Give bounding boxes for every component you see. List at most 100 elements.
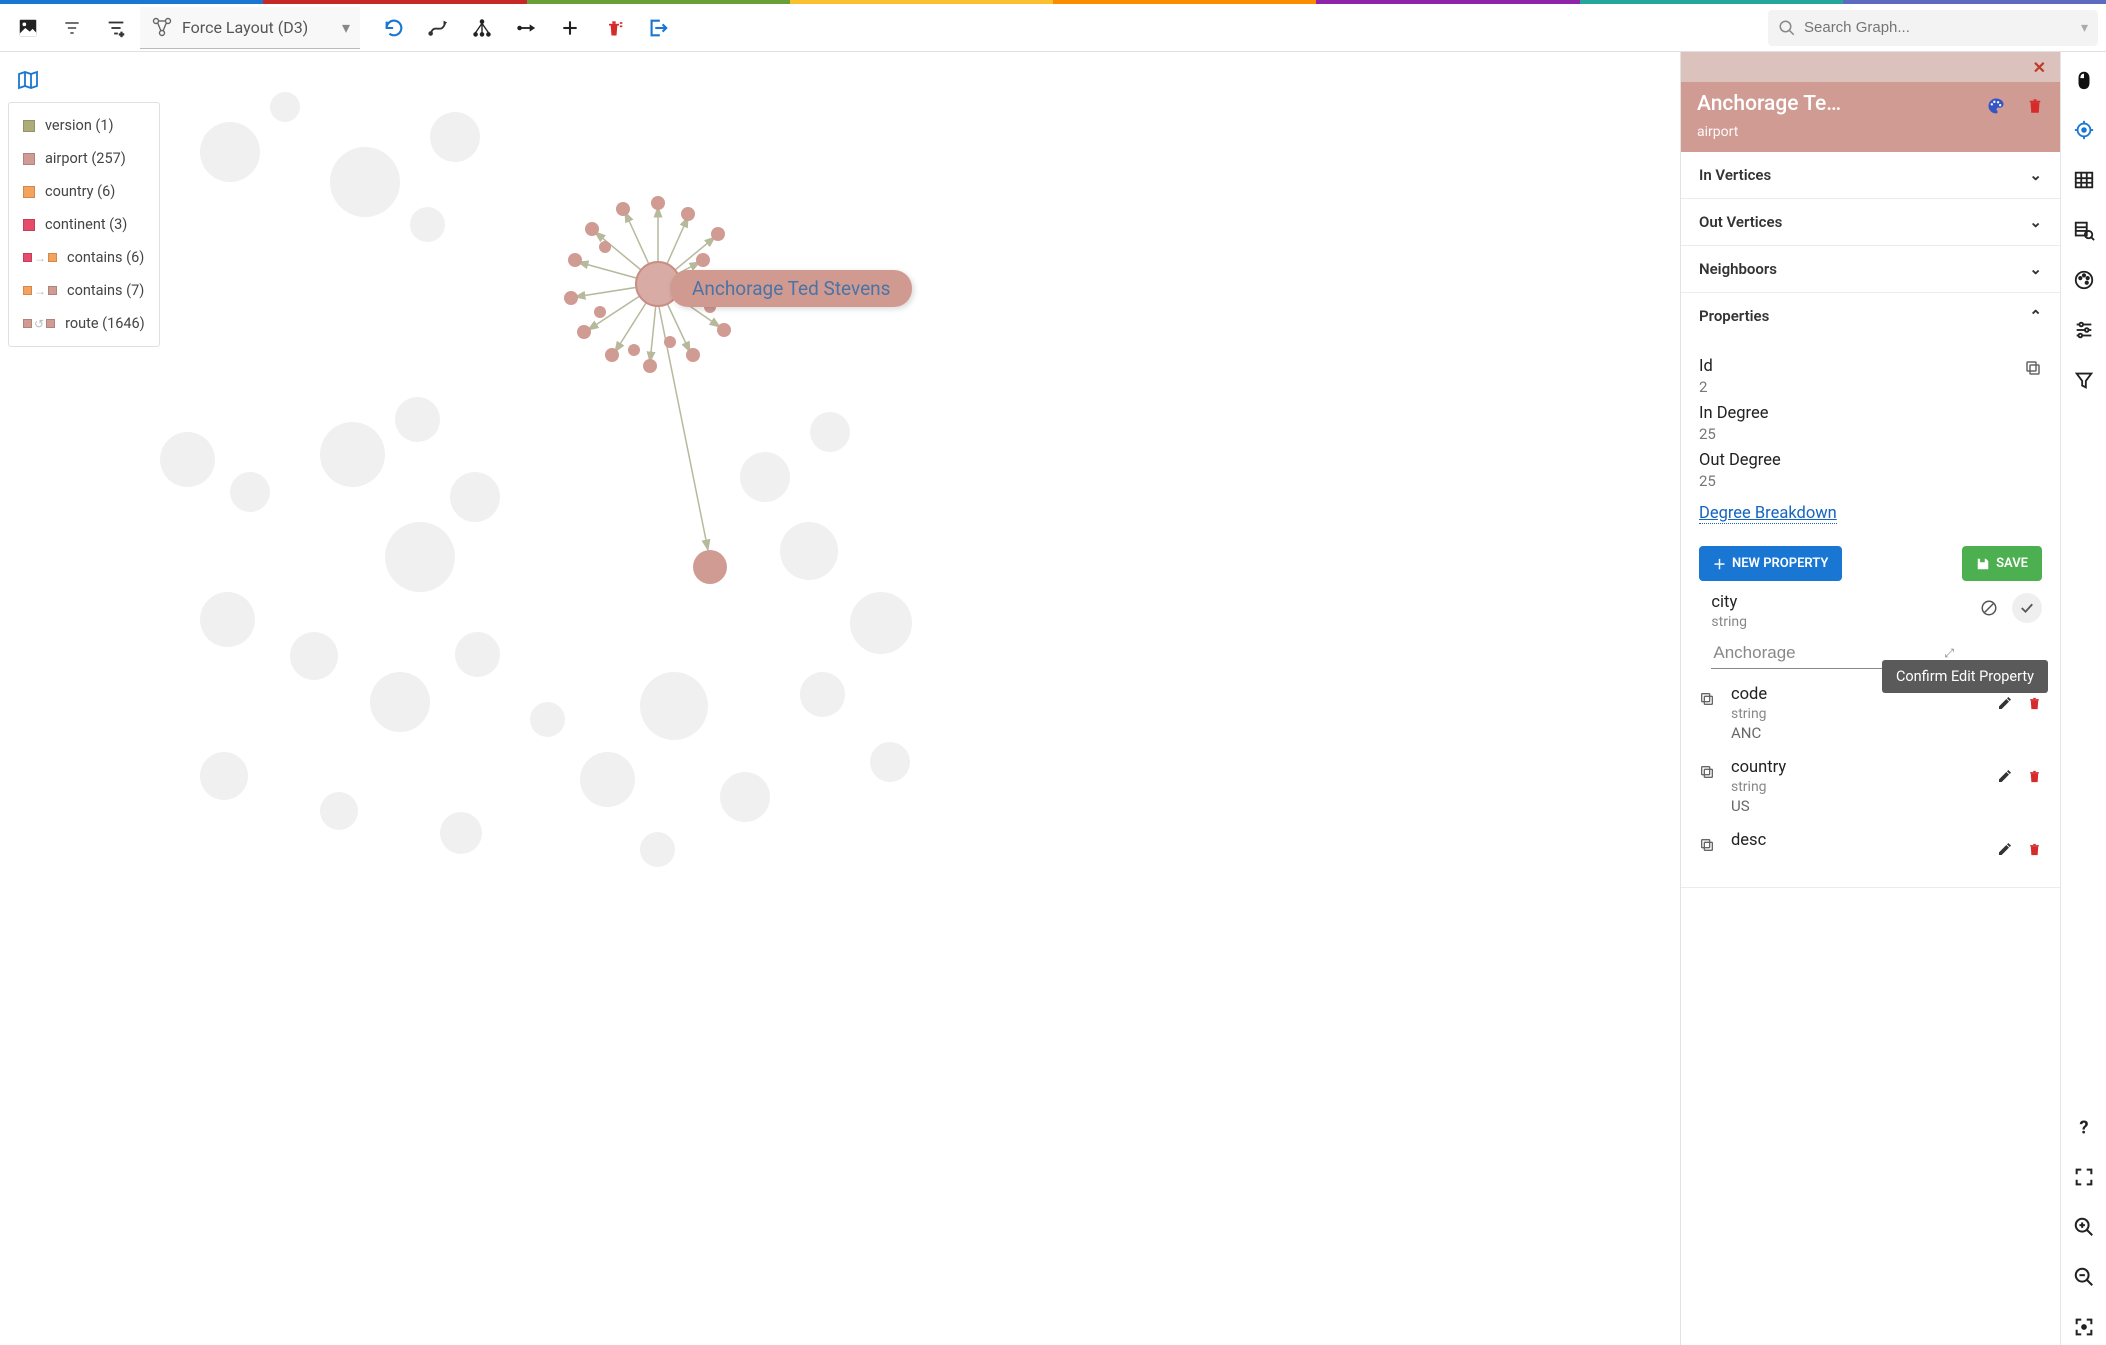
- legend-label: country (6): [45, 183, 115, 200]
- prop-type: string: [1731, 779, 1987, 795]
- legend-item[interactable]: → contains (6): [9, 241, 159, 274]
- trash-icon[interactable]: [2026, 97, 2044, 119]
- tree-icon[interactable]: [462, 9, 502, 47]
- frame-select-icon[interactable]: [2065, 1309, 2103, 1345]
- close-icon[interactable]: ✕: [2033, 58, 2046, 77]
- chevron-down-icon: ▾: [342, 18, 350, 37]
- section-properties[interactable]: Properties⌃: [1681, 293, 2060, 339]
- indeg-label: In Degree: [1699, 404, 2024, 423]
- layout-label: Force Layout (D3): [182, 18, 342, 37]
- trash-icon[interactable]: [2027, 769, 2042, 788]
- locate-icon[interactable]: [2065, 112, 2103, 148]
- table-icon[interactable]: [2065, 162, 2103, 198]
- cancel-edit-icon[interactable]: [1974, 593, 2004, 623]
- chevron-down-icon: ⌄: [2029, 213, 2042, 231]
- refresh-icon[interactable]: [374, 9, 414, 47]
- settings-sliders-icon[interactable]: [2065, 312, 2103, 348]
- expand-icon[interactable]: ⤢: [1944, 646, 1954, 661]
- selected-node-label[interactable]: Anchorage Ted Stevens: [670, 270, 912, 307]
- legend: version (1) airport (257) country (6) conti…: [8, 102, 160, 347]
- legend-label: airport (257): [45, 150, 126, 167]
- svg-text:?: ?: [2079, 1117, 2088, 1138]
- legend-label: route (1646): [65, 315, 145, 332]
- degree-breakdown-link[interactable]: Degree Breakdown: [1699, 504, 1837, 524]
- section-in-vertices[interactable]: In Vertices⌄: [1681, 152, 2060, 198]
- legend-swatch: [23, 219, 35, 231]
- prop-type: string: [1731, 706, 1987, 722]
- search-input[interactable]: [1796, 19, 2081, 36]
- prop-name: city: [1711, 593, 1954, 612]
- legend-item[interactable]: airport (257): [9, 142, 159, 175]
- filter-add-icon[interactable]: [96, 9, 136, 47]
- fullscreen-icon[interactable]: [2065, 1159, 2103, 1195]
- help-icon[interactable]: ?: [2065, 1109, 2103, 1145]
- search-icon: [1778, 19, 1796, 37]
- property-item: country string US: [1699, 746, 2042, 819]
- panel-header: ✕: [1681, 52, 2060, 82]
- prop-value: ANC: [1731, 724, 1987, 742]
- trash-icon[interactable]: [2027, 696, 2042, 715]
- legend-swatch: [23, 186, 35, 198]
- legend-label: continent (3): [45, 216, 127, 233]
- legend-item[interactable]: continent (3): [9, 208, 159, 241]
- right-rail: ?: [2060, 52, 2106, 1345]
- mouse-icon[interactable]: [2065, 62, 2103, 98]
- prop-name: desc: [1731, 831, 1987, 850]
- zoom-out-icon[interactable]: [2065, 1259, 2103, 1295]
- copy-icon[interactable]: [1699, 685, 1721, 711]
- property-item: desc: [1699, 819, 2042, 865]
- path-icon[interactable]: [418, 9, 458, 47]
- edit-icon[interactable]: [1997, 768, 2013, 788]
- prop-name: country: [1731, 758, 1987, 777]
- edit-icon[interactable]: [1997, 695, 2013, 715]
- copy-icon[interactable]: [1699, 831, 1721, 857]
- tooltip: Confirm Edit Property: [1882, 660, 2048, 693]
- map-icon[interactable]: [10, 62, 46, 98]
- legend-item[interactable]: → contains (7): [9, 274, 159, 307]
- edge-icon[interactable]: [506, 9, 546, 47]
- prop-value: US: [1731, 797, 1987, 815]
- layout-graph-icon: [150, 15, 174, 39]
- filter-funnel-icon[interactable]: [2065, 362, 2103, 398]
- legend-swatch: [23, 153, 35, 165]
- delete-icon[interactable]: [594, 9, 634, 47]
- edit-icon[interactable]: [1997, 841, 2013, 861]
- legend-label: contains (6): [67, 249, 144, 266]
- legend-item[interactable]: version (1): [9, 109, 159, 142]
- copy-icon[interactable]: [1699, 758, 1721, 784]
- section-out-vertices[interactable]: Out Vertices⌄: [1681, 199, 2060, 245]
- trash-icon[interactable]: [2027, 842, 2042, 861]
- section-neighbours[interactable]: Neighboors⌄: [1681, 246, 2060, 292]
- plus-icon: ＋: [1713, 554, 1726, 573]
- copy-icon[interactable]: [2024, 349, 2042, 490]
- confirm-edit-icon[interactable]: [2012, 593, 2042, 623]
- zoom-in-icon[interactable]: [2065, 1209, 2103, 1245]
- add-icon[interactable]: [550, 9, 590, 47]
- legend-label: contains (7): [67, 282, 144, 299]
- legend-edge-swatch: →: [23, 251, 57, 265]
- new-property-button[interactable]: ＋NEW PROPERTY: [1699, 546, 1842, 581]
- outdeg-label: Out Degree: [1699, 451, 2024, 470]
- accent-bar: [0, 0, 2106, 4]
- chevron-down-icon[interactable]: ▾: [2081, 20, 2088, 36]
- legend-item[interactable]: ↺route (1646): [9, 307, 159, 340]
- save-button[interactable]: SAVE: [1962, 546, 2042, 581]
- style-icon[interactable]: [2065, 262, 2103, 298]
- chevron-down-icon: ⌄: [2029, 166, 2042, 184]
- properties-panel: ✕ Anchorage Te… airport In Vertices⌄ Out…: [1680, 52, 2060, 1345]
- chevron-up-icon: ⌃: [2029, 307, 2042, 325]
- panel-title-bar: Anchorage Te… airport: [1681, 82, 2060, 152]
- layout-dropdown[interactable]: Force Layout (D3) ▾: [140, 7, 360, 49]
- panel-subtype: airport: [1697, 124, 1986, 140]
- palette-icon[interactable]: [1986, 96, 2006, 120]
- toolbar: Force Layout (D3) ▾ ▾: [0, 4, 2106, 52]
- legend-edge-swatch: →: [23, 284, 57, 298]
- filter-icon[interactable]: [52, 9, 92, 47]
- legend-item[interactable]: country (6): [9, 175, 159, 208]
- search-data-icon[interactable]: [2065, 212, 2103, 248]
- chevron-down-icon: ⌄: [2029, 260, 2042, 278]
- image-icon[interactable]: [8, 9, 48, 47]
- export-icon[interactable]: [638, 9, 678, 47]
- id-label: Id: [1699, 357, 2024, 376]
- search-box[interactable]: ▾: [1768, 10, 2098, 46]
